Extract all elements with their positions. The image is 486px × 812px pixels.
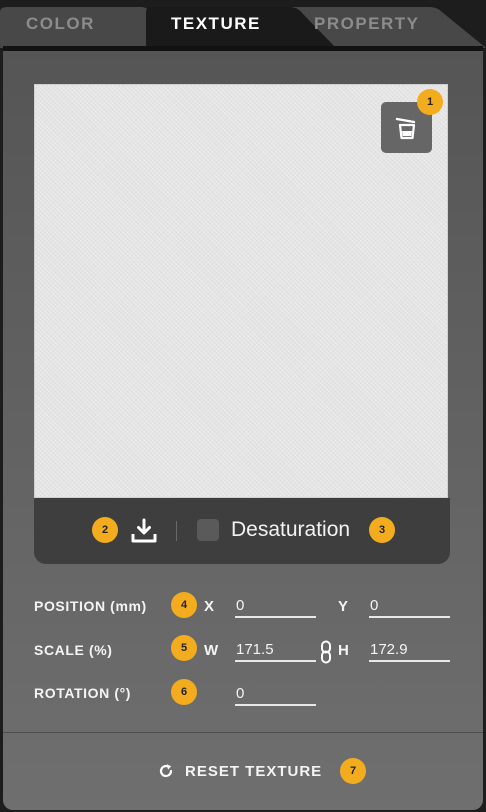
position-y-label: Y [338, 598, 349, 615]
reset-texture-label: RESET TEXTURE [185, 762, 323, 780]
download-icon [131, 518, 157, 543]
desaturation-checkbox[interactable] [197, 519, 219, 541]
desaturation-label: Desaturation [231, 518, 351, 541]
download-texture-button[interactable] [130, 517, 158, 545]
chain-link-icon [321, 640, 331, 664]
badge-7: 7 [340, 758, 366, 784]
aspect-lock-button[interactable] [320, 640, 332, 664]
badge-4: 4 [171, 592, 197, 618]
rotation-label: ROTATION (°) [34, 685, 132, 701]
control-separator [176, 521, 177, 541]
panel-top-border [3, 46, 483, 51]
position-x-input[interactable]: 0 [235, 596, 316, 618]
scale-h-input[interactable]: 172.9 [369, 640, 450, 662]
position-y-input[interactable]: 0 [369, 596, 450, 618]
position-x-label: X [204, 598, 215, 615]
tab-texture[interactable]: TEXTURE [171, 14, 261, 34]
reset-texture-button[interactable]: RESET TEXTURE [157, 762, 322, 780]
badge-3: 3 [369, 517, 395, 543]
refresh-icon [159, 764, 173, 778]
position-label: POSITION (mm) [34, 598, 147, 614]
scale-w-input[interactable]: 171.5 [235, 640, 316, 662]
rotation-input[interactable]: 0 [235, 684, 316, 706]
badge-5: 5 [171, 635, 197, 661]
footer-divider [3, 732, 483, 733]
scale-w-label: W [204, 642, 219, 659]
tab-bar: COLOR TEXTURE PROPERTY [0, 0, 486, 48]
badge-6: 6 [171, 679, 197, 705]
trash-icon [395, 117, 415, 139]
badge-2: 2 [92, 517, 118, 543]
tab-property[interactable]: PROPERTY [314, 14, 420, 34]
tab-color[interactable]: COLOR [26, 14, 95, 34]
badge-1: 1 [417, 89, 443, 115]
scale-label: SCALE (%) [34, 642, 113, 658]
scale-h-label: H [338, 642, 349, 659]
